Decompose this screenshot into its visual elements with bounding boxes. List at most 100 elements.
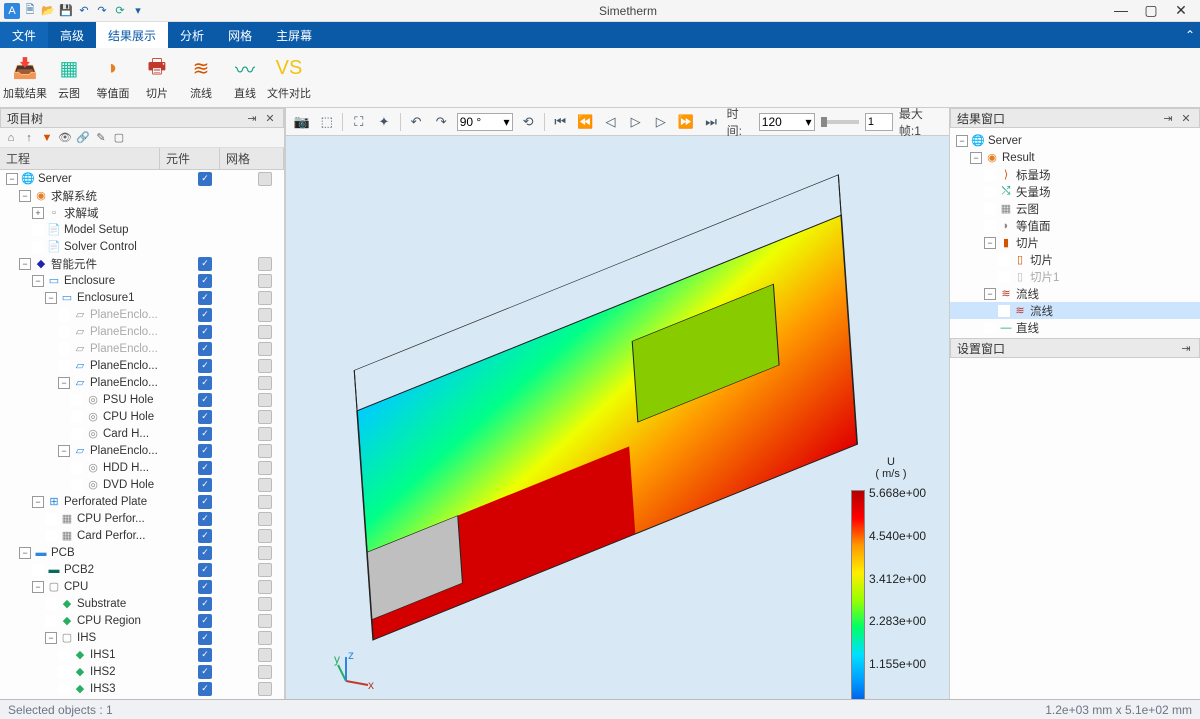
close-button[interactable]: ✕ [1170, 2, 1192, 19]
mesh-checkbox[interactable] [258, 444, 272, 458]
tree-toggle-icon[interactable]: + [32, 207, 44, 219]
tree-toggle-icon[interactable] [32, 564, 44, 576]
project-tree[interactable]: −🌐Server✓−◉求解系统+▫求解域📄Model Setup📄Solver … [0, 170, 284, 699]
panel-pin-icon[interactable]: ⇥ [245, 111, 259, 125]
tree-toggle-icon[interactable] [984, 186, 996, 198]
panel-pin-icon[interactable]: ⇥ [1161, 111, 1175, 125]
tree-toggle-icon[interactable]: − [970, 152, 982, 164]
visibility-checkbox[interactable]: ✓ [198, 257, 212, 271]
tree-row[interactable]: ◎PSU Hole✓ [0, 391, 284, 408]
menu-tab[interactable]: 网格 [216, 22, 264, 48]
mesh-checkbox[interactable] [258, 172, 272, 186]
tree-row[interactable]: −◉Result [950, 149, 1200, 166]
tree-toggle-icon[interactable]: − [58, 445, 70, 457]
maximize-button[interactable]: ▢ [1140, 2, 1162, 19]
mesh-checkbox[interactable] [258, 614, 272, 628]
tree-row[interactable]: −▮切片 [950, 234, 1200, 251]
tree-toggle-icon[interactable] [32, 224, 44, 236]
axis-icon[interactable]: ✦ [374, 112, 393, 132]
box-view-icon[interactable]: ⬚ [317, 112, 336, 132]
mesh-checkbox[interactable] [258, 461, 272, 475]
mesh-checkbox[interactable] [258, 359, 272, 373]
tree-row[interactable]: ▱PlaneEnclo...✓ [0, 340, 284, 357]
app-icon[interactable]: A [4, 3, 20, 19]
mesh-checkbox[interactable] [258, 393, 272, 407]
tree-toggle-icon[interactable]: − [6, 173, 18, 185]
tree-row[interactable]: −◉求解系统 [0, 187, 284, 204]
tree-row[interactable]: ◎CPU Hole✓ [0, 408, 284, 425]
visibility-checkbox[interactable]: ✓ [198, 291, 212, 305]
visibility-checkbox[interactable]: ✓ [198, 172, 212, 186]
tree-toggle-icon[interactable] [58, 326, 70, 338]
tree-toggle-icon[interactable] [984, 322, 996, 334]
eye-icon[interactable]: 👁 [58, 131, 72, 145]
next-key-icon[interactable]: ⏩ [676, 112, 695, 132]
mesh-checkbox[interactable] [258, 410, 272, 424]
tree-toggle-icon[interactable]: − [32, 581, 44, 593]
tree-row[interactable]: ◎DVD Hole✓ [0, 476, 284, 493]
tree-toggle-icon[interactable] [45, 615, 57, 627]
tree-row[interactable]: ⤭矢量场 [950, 183, 1200, 200]
tree-row[interactable]: −🌐Server [950, 132, 1200, 149]
mesh-checkbox[interactable] [258, 257, 272, 271]
tree-toggle-icon[interactable]: − [984, 237, 996, 249]
tree-row[interactable]: ◆CPU Region✓ [0, 612, 284, 629]
mesh-checkbox[interactable] [258, 682, 272, 696]
visibility-checkbox[interactable]: ✓ [198, 427, 212, 441]
dropdown-icon[interactable]: ▾ [130, 3, 146, 19]
visibility-checkbox[interactable]: ✓ [198, 665, 212, 679]
tree-row[interactable]: —直线 [950, 319, 1200, 336]
visibility-checkbox[interactable]: ✓ [198, 580, 212, 594]
undo-view-icon[interactable]: ↶ [406, 112, 425, 132]
visibility-checkbox[interactable]: ✓ [198, 325, 212, 339]
edit-icon[interactable]: ✎ [94, 131, 108, 145]
new-icon[interactable]: 🗎 [22, 3, 38, 19]
tree-toggle-icon[interactable] [58, 666, 70, 678]
tree-toggle-icon[interactable] [58, 309, 70, 321]
visibility-checkbox[interactable]: ✓ [198, 478, 212, 492]
last-frame-icon[interactable]: ⏭ [701, 112, 720, 132]
frame-input[interactable] [865, 113, 893, 131]
home-icon[interactable]: ⌂ [4, 131, 18, 145]
menu-tab[interactable]: 分析 [168, 22, 216, 48]
tree-row[interactable]: −▱PlaneEnclo...✓ [0, 374, 284, 391]
tree-row[interactable]: ▱PlaneEnclo...✓ [0, 306, 284, 323]
visibility-checkbox[interactable]: ✓ [198, 597, 212, 611]
ribbon-button[interactable]: ◗等值面 [94, 55, 132, 101]
time-select[interactable]: 120▾ [759, 113, 815, 131]
mesh-checkbox[interactable] [258, 291, 272, 305]
tree-toggle-icon[interactable] [71, 462, 83, 474]
tree-row[interactable]: ◗等值面 [950, 217, 1200, 234]
time-slider[interactable] [821, 120, 859, 124]
tree-row[interactable]: −▱PlaneEnclo...✓ [0, 442, 284, 459]
tree-toggle-icon[interactable] [71, 394, 83, 406]
visibility-checkbox[interactable]: ✓ [198, 274, 212, 288]
tree-row[interactable]: −◆智能元件✓ [0, 255, 284, 272]
tree-toggle-icon[interactable] [71, 411, 83, 423]
menu-tab[interactable]: 高级 [48, 22, 96, 48]
tree-row[interactable]: ◎Card H...✓ [0, 425, 284, 442]
visibility-checkbox[interactable]: ✓ [198, 393, 212, 407]
tree-row[interactable]: −▬PCB✓ [0, 544, 284, 561]
ribbon-button[interactable]: 📥加载结果 [6, 55, 44, 101]
panel-pin-icon[interactable]: ⇥ [1179, 341, 1193, 355]
visibility-checkbox[interactable]: ✓ [198, 376, 212, 390]
tree-row[interactable]: ◎HDD H...✓ [0, 459, 284, 476]
visibility-checkbox[interactable]: ✓ [198, 648, 212, 662]
tree-row[interactable]: −▢IHS✓ [0, 629, 284, 646]
panel-close-icon[interactable]: ✕ [1179, 111, 1193, 125]
mesh-checkbox[interactable] [258, 342, 272, 356]
redo-view-icon[interactable]: ↷ [432, 112, 451, 132]
tree-row[interactable]: +▫求解域 [0, 204, 284, 221]
tree-toggle-icon[interactable]: − [32, 496, 44, 508]
tree-row[interactable]: ▯切片 [950, 251, 1200, 268]
tree-row[interactable]: −▭Enclosure✓ [0, 272, 284, 289]
visibility-checkbox[interactable]: ✓ [198, 342, 212, 356]
tree-toggle-icon[interactable] [45, 598, 57, 610]
minimize-button[interactable]: — [1110, 2, 1132, 19]
fit-icon[interactable]: ⛶ [349, 112, 368, 132]
angle-select[interactable]: 90 °▾ [457, 113, 513, 131]
tree-toggle-icon[interactable] [58, 683, 70, 695]
tree-toggle-icon[interactable]: − [19, 258, 31, 270]
up-icon[interactable]: ↑ [22, 131, 36, 145]
